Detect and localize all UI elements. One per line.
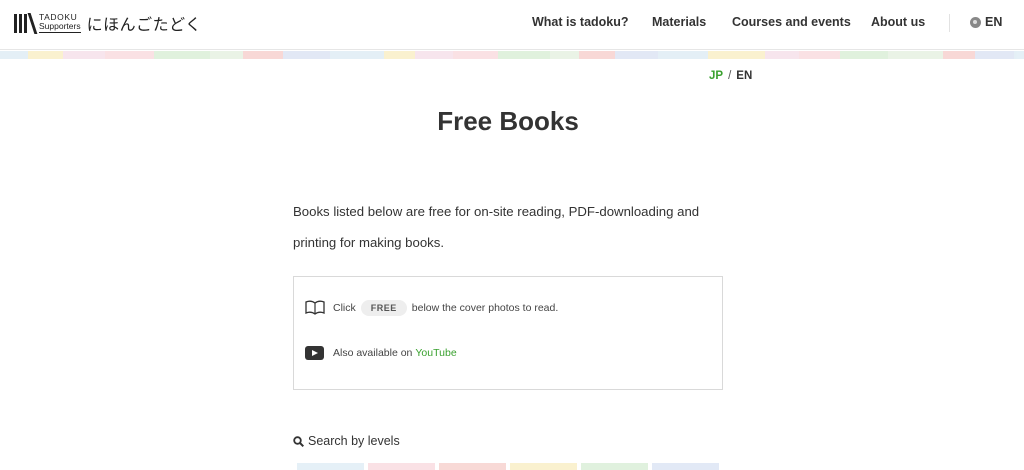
stripe-segment <box>28 51 63 59</box>
search-by-levels-label: Search by levels <box>308 434 400 448</box>
stripe-segment <box>550 51 579 59</box>
stripe-segment <box>799 51 840 59</box>
info-row-youtube: Also available on YouTube <box>305 346 457 360</box>
language-selector[interactable]: EN <box>970 15 1002 29</box>
info-click-text: Click <box>333 302 356 314</box>
level-tab[interactable] <box>368 463 435 470</box>
free-badge: FREE <box>360 300 407 316</box>
language-label: EN <box>985 15 1003 29</box>
stripe-segment <box>0 51 28 59</box>
nav-divider <box>949 14 950 32</box>
stripe-segment <box>658 51 708 59</box>
stripe-segment <box>453 51 498 59</box>
globe-icon <box>970 16 981 28</box>
lang-separator: / <box>728 70 732 82</box>
level-tab[interactable] <box>510 463 577 470</box>
stripe-segment <box>210 51 243 59</box>
page-language-switch: JP / EN <box>709 70 752 82</box>
youtube-link[interactable]: YouTube <box>415 347 456 359</box>
level-tab[interactable] <box>652 463 719 470</box>
stripe-segment <box>579 51 615 59</box>
stripe-segment <box>384 51 415 59</box>
stripe-segment <box>975 51 1014 59</box>
stripe-segment <box>615 51 658 59</box>
info-row-free: Click FREE below the cover photos to rea… <box>305 300 558 316</box>
stripe-segment <box>105 51 154 59</box>
site-header: TADOKU Supporters にほんごたどく What is tadoku… <box>0 0 1024 50</box>
info-youtube-text: Also available on <box>333 347 413 359</box>
stripe-segment <box>498 51 550 59</box>
nav-about-us[interactable]: About us <box>871 15 925 29</box>
level-tab[interactable] <box>439 463 506 470</box>
level-tab[interactable] <box>581 463 648 470</box>
youtube-icon <box>305 346 324 360</box>
search-icon <box>293 435 304 447</box>
intro-text: Books listed below are free for on-site … <box>293 204 700 250</box>
level-tabs <box>297 463 719 470</box>
page-title: Free Books <box>437 106 579 136</box>
stripe-segment <box>243 51 283 59</box>
lang-en-link[interactable]: EN <box>736 70 752 82</box>
stripe-segment <box>283 51 330 59</box>
open-book-icon <box>305 300 325 315</box>
stripe-segment <box>765 51 799 59</box>
stripe-segment <box>888 51 943 59</box>
stripe-segment <box>415 51 453 59</box>
stripe-segment <box>943 51 975 59</box>
stripe-segment <box>330 51 384 59</box>
decorative-color-stripe <box>0 51 1024 59</box>
nav-materials[interactable]: Materials <box>652 15 706 29</box>
stripe-segment <box>1014 51 1024 59</box>
stripe-segment <box>63 51 105 59</box>
lang-jp-link[interactable]: JP <box>709 70 723 82</box>
stripe-segment <box>840 51 888 59</box>
search-by-levels[interactable]: Search by levels <box>293 434 400 448</box>
info-box: Click FREE below the cover photos to rea… <box>293 276 723 390</box>
stripe-segment <box>154 51 210 59</box>
stripe-segment <box>708 51 765 59</box>
level-tab[interactable] <box>297 463 364 470</box>
nav-courses-and-events[interactable]: Courses and events <box>732 15 851 29</box>
main-nav: What is tadoku? Materials Courses and ev… <box>0 14 1024 32</box>
nav-what-is-tadoku[interactable]: What is tadoku? <box>532 15 629 29</box>
info-cover-text: below the cover photos to read. <box>411 302 559 314</box>
